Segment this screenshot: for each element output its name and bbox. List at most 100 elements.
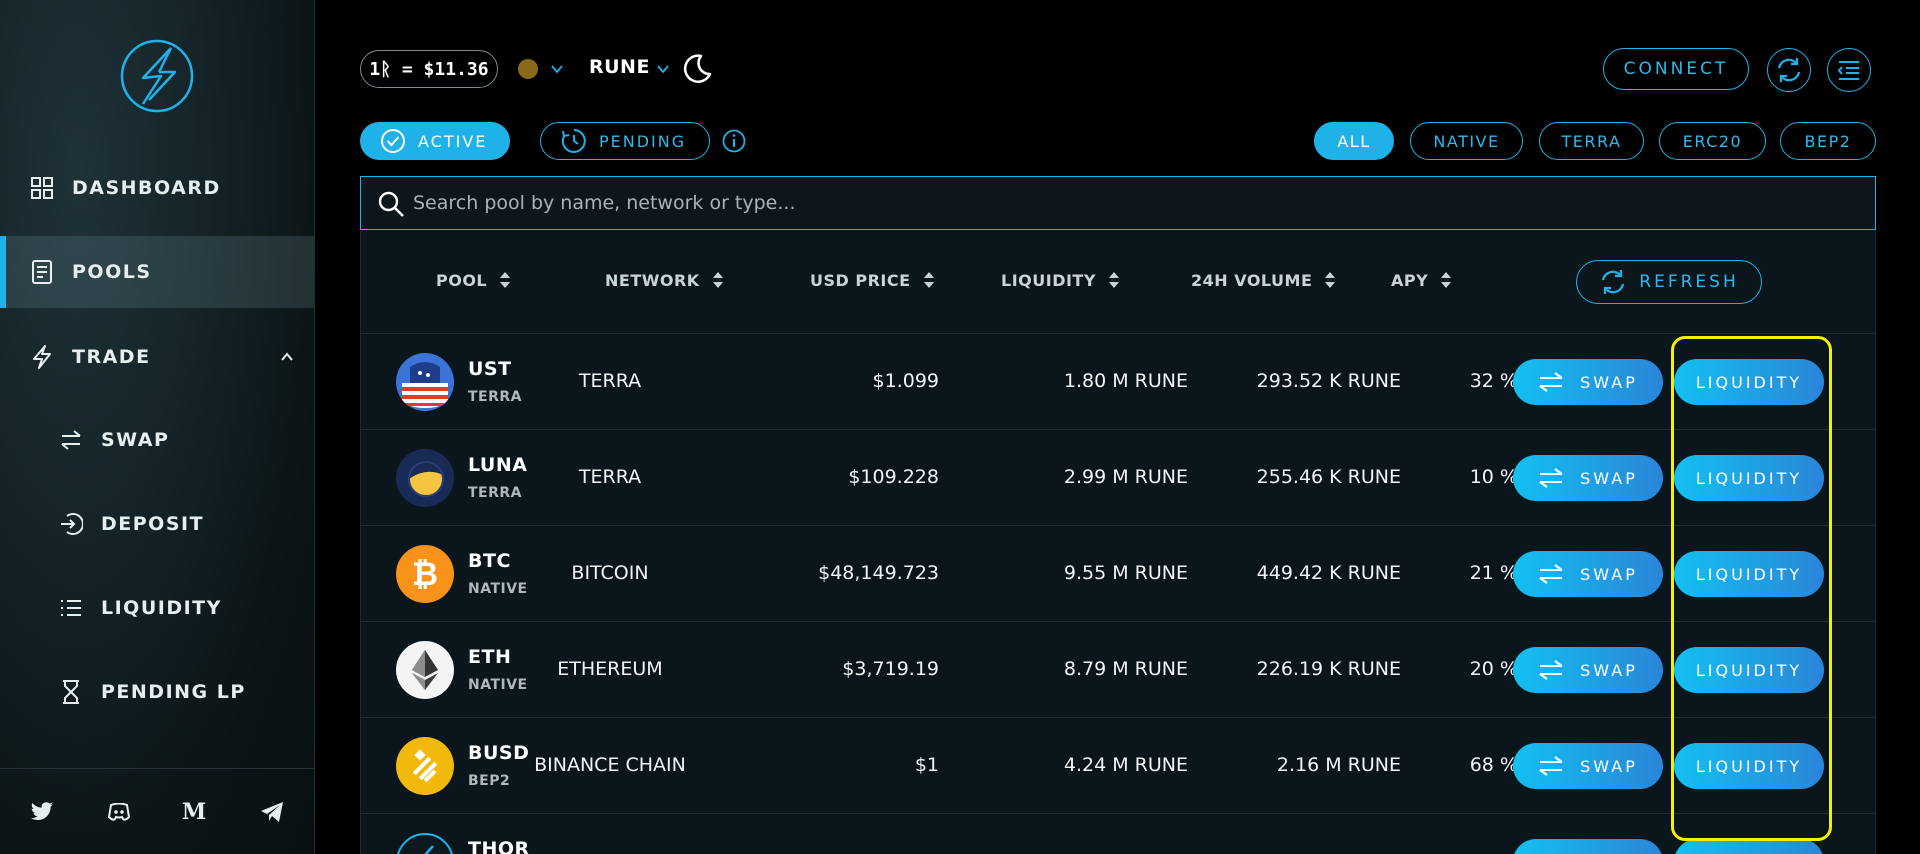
- column-header-liquidity[interactable]: LIQUIDITY: [1001, 270, 1120, 290]
- pool-network: TERRA: [578, 466, 642, 488]
- filter-bep2[interactable]: BEP2: [1780, 122, 1876, 160]
- clock-icon: [561, 128, 587, 154]
- table-row: UST TERRA TERRA $1.099 1.80 M RUNE 293.5…: [361, 334, 1877, 430]
- swap-arrows-icon: [1539, 468, 1563, 488]
- table-row: LUNA TERRA TERRA $109.228 2.99 M RUNE 25…: [361, 430, 1877, 526]
- column-header-usd-price[interactable]: USD PRICE: [810, 270, 935, 290]
- table-refresh-button[interactable]: REFRESH: [1576, 260, 1762, 304]
- filter-erc20[interactable]: ERC20: [1659, 122, 1766, 160]
- tab-label: ACTIVE: [418, 131, 488, 151]
- sidebar-item-label: TRADE: [72, 346, 151, 368]
- filter-terra[interactable]: TERRA: [1539, 122, 1644, 160]
- sort-icon: [923, 272, 934, 288]
- sidebar-item-dashboard[interactable]: DASHBOARD: [0, 152, 314, 224]
- chevron-up-icon[interactable]: [280, 350, 294, 364]
- liquidity-button[interactable]: LIQUIDITY: [1674, 359, 1824, 405]
- moon-icon[interactable]: [681, 53, 713, 85]
- column-label: APY: [1391, 270, 1429, 290]
- tab-pending[interactable]: PENDING: [540, 122, 710, 160]
- filter-all[interactable]: ALL: [1314, 122, 1394, 160]
- connect-button[interactable]: CONNECT: [1603, 48, 1749, 90]
- bitcoin-logo-icon: ₿: [396, 545, 454, 603]
- filter-native[interactable]: NATIVE: [1410, 122, 1523, 160]
- thor-logo-icon: [396, 833, 454, 854]
- liquidity-button[interactable]: LIQUIDITY: [1674, 647, 1824, 693]
- liquidity-button[interactable]: LIQUIDITY: [1674, 551, 1824, 597]
- deposit-icon: [59, 512, 83, 536]
- menu-button[interactable]: [1827, 48, 1871, 92]
- pool-apy: 10 %: [1469, 466, 1518, 488]
- liquidity-button[interactable]: [1674, 839, 1824, 854]
- discord-icon[interactable]: [106, 799, 132, 825]
- info-icon[interactable]: [722, 129, 746, 153]
- pool-liquidity: 4.24 M RUNE: [1063, 754, 1188, 776]
- sort-icon: [712, 272, 723, 288]
- coin-icon[interactable]: [518, 59, 538, 79]
- column-label: USD PRICE: [810, 270, 911, 290]
- medium-icon[interactable]: M: [181, 799, 207, 825]
- pool-usd-price: $1.099: [872, 370, 939, 392]
- sidebar-item-label: DASHBOARD: [72, 177, 221, 199]
- chevron-down-icon[interactable]: [550, 64, 564, 74]
- pool-volume: 293.52 K RUNE: [1256, 370, 1401, 392]
- pool-volume: 449.42 K RUNE: [1256, 562, 1401, 584]
- swap-button[interactable]: SWAP: [1513, 359, 1663, 405]
- swap-button[interactable]: [1513, 839, 1663, 854]
- sidebar-item-trade[interactable]: TRADE: [0, 321, 314, 393]
- swap-button[interactable]: SWAP: [1513, 455, 1663, 501]
- pool-usd-price: $48,149.723: [818, 562, 939, 584]
- pool-volume: 226.19 K RUNE: [1256, 658, 1401, 680]
- pools-table: POOL NETWORK USD PRICE LIQUIDITY 24H VOL…: [360, 230, 1877, 854]
- column-header-24h-volume[interactable]: 24H VOLUME: [1191, 270, 1336, 290]
- check-circle-icon: [380, 128, 406, 154]
- swap-label: SWAP: [1580, 468, 1638, 488]
- swap-button[interactable]: SWAP: [1513, 551, 1663, 597]
- swap-button[interactable]: SWAP: [1513, 647, 1663, 693]
- sidebar-item-pending-lp[interactable]: PENDING LP: [0, 656, 314, 728]
- sort-icon: [1441, 272, 1452, 288]
- swap-arrows-icon: [1539, 660, 1563, 680]
- pool-network: BINANCE CHAIN: [534, 754, 686, 776]
- thorswap-logo[interactable]: [119, 38, 195, 114]
- pool-apy: 20 %: [1469, 658, 1518, 680]
- chevron-down-icon[interactable]: [656, 64, 670, 74]
- swap-arrows-icon: [1539, 756, 1563, 776]
- sidebar-item-swap[interactable]: SWAP: [0, 404, 314, 476]
- swap-arrows-icon: [1539, 564, 1563, 584]
- table-row: THOR: [361, 814, 1877, 854]
- column-label: LIQUIDITY: [1001, 270, 1096, 290]
- tab-active[interactable]: ACTIVE: [360, 122, 510, 160]
- refresh-icon: [1777, 58, 1801, 82]
- pool-network: TERRA: [578, 370, 642, 392]
- sidebar-item-label: PENDING LP: [101, 681, 246, 703]
- column-label: NETWORK: [605, 270, 700, 290]
- column-header-network[interactable]: NETWORK: [605, 270, 724, 290]
- column-header-pool[interactable]: POOL: [436, 270, 511, 290]
- sidebar-item-label: DEPOSIT: [101, 513, 205, 535]
- swap-arrows-icon: [59, 428, 83, 452]
- swap-button[interactable]: SWAP: [1513, 743, 1663, 789]
- sidebar-item-pools[interactable]: POOLS: [0, 236, 314, 308]
- refresh-button[interactable]: [1767, 48, 1811, 92]
- swap-label: SWAP: [1580, 564, 1638, 584]
- liquidity-button[interactable]: LIQUIDITY: [1674, 743, 1824, 789]
- column-label: POOL: [436, 270, 488, 290]
- pool-liquidity: 9.55 M RUNE: [1063, 562, 1188, 584]
- pool-volume: 2.16 M RUNE: [1276, 754, 1401, 776]
- liquidity-button[interactable]: LIQUIDITY: [1674, 455, 1824, 501]
- search-icon: [378, 191, 404, 217]
- telegram-icon[interactable]: [259, 799, 285, 825]
- twitter-icon[interactable]: [29, 799, 55, 825]
- search-input[interactable]: [413, 187, 1853, 219]
- sidebar-item-liquidity[interactable]: LIQUIDITY: [0, 572, 314, 644]
- column-header-apy[interactable]: APY: [1391, 270, 1452, 290]
- swap-arrows-icon: [1539, 372, 1563, 392]
- sidebar-item-deposit[interactable]: DEPOSIT: [0, 488, 314, 560]
- lightning-icon: [30, 345, 54, 369]
- refresh-label: REFRESH: [1639, 272, 1739, 292]
- hourglass-icon: [59, 680, 83, 704]
- swap-label: SWAP: [1580, 660, 1638, 680]
- ust-logo-icon: [396, 353, 454, 411]
- swap-label: SWAP: [1580, 372, 1638, 392]
- currency-selector[interactable]: RUNE: [589, 56, 650, 78]
